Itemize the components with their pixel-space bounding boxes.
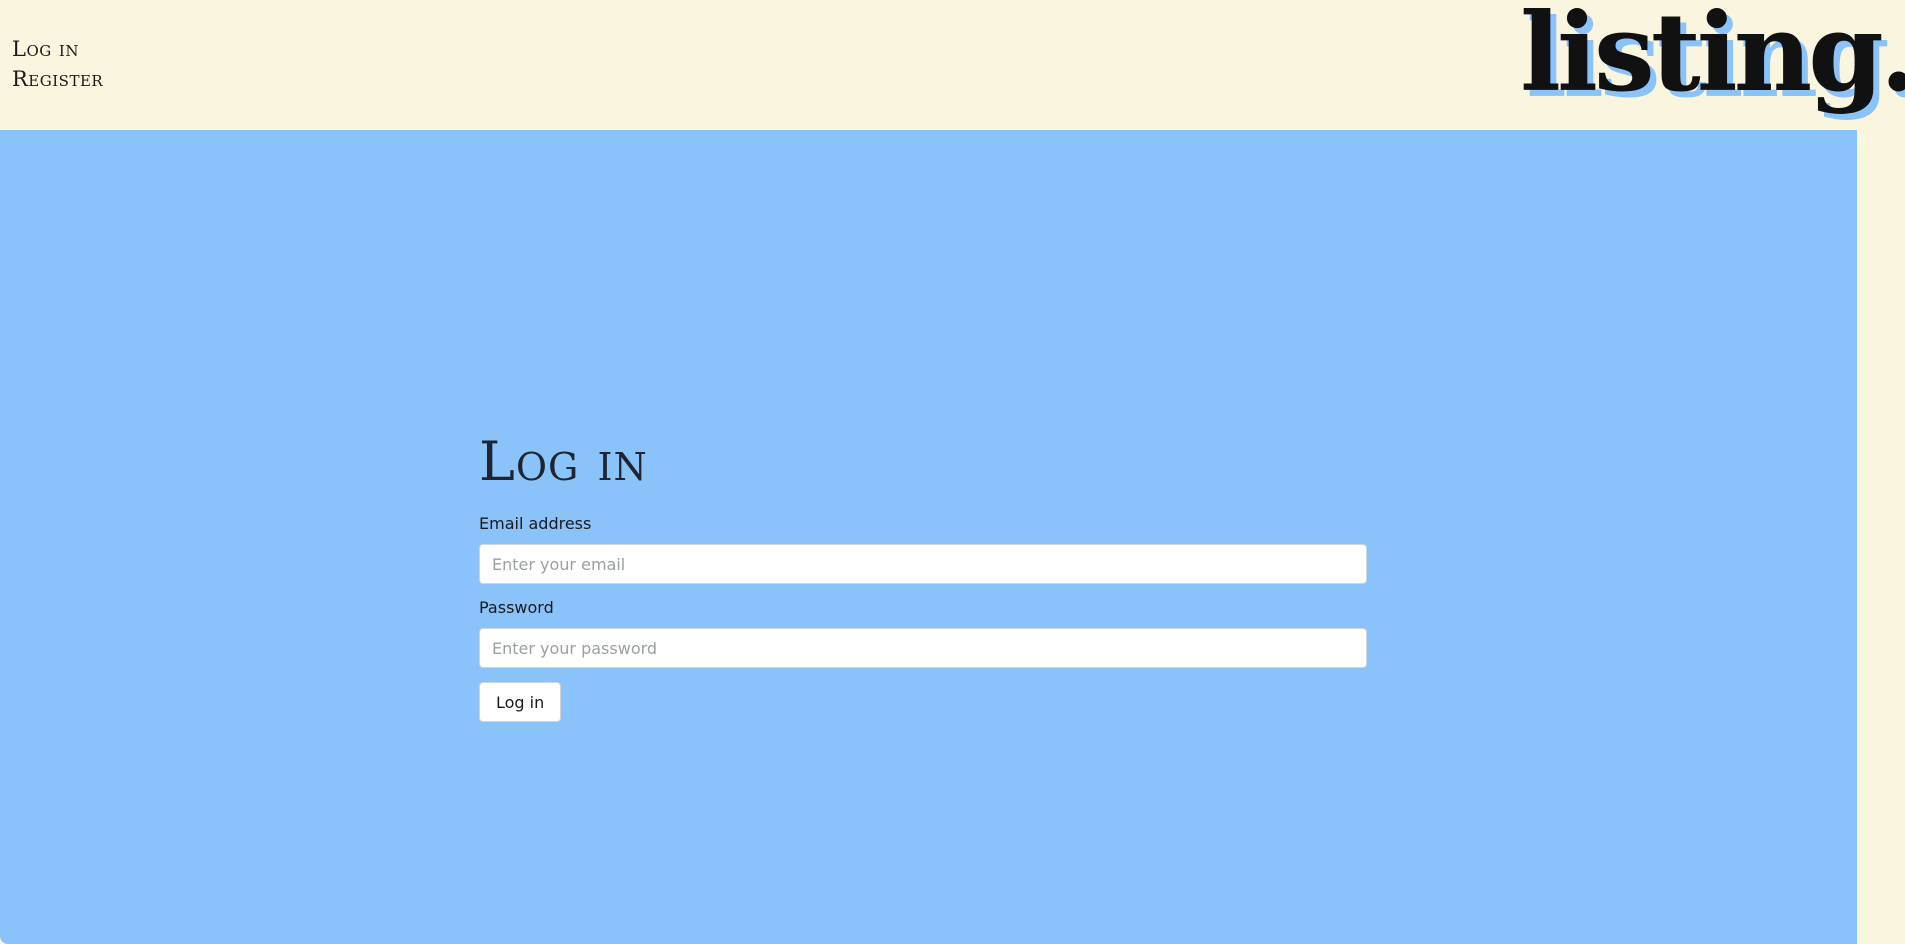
password-label: Password — [479, 598, 554, 617]
site-header: Log in Register listing. — [0, 0, 1905, 130]
nav-login-link[interactable]: Log in — [12, 34, 103, 64]
main-content: Log in Email address Password Log in — [0, 130, 1857, 944]
password-field[interactable] — [479, 628, 1367, 668]
nav-register-link[interactable]: Register — [12, 64, 103, 94]
site-logo[interactable]: listing. — [1520, 0, 1905, 118]
login-form: Log in Email address Password Log in — [479, 430, 1367, 722]
email-label: Email address — [479, 514, 592, 533]
login-button[interactable]: Log in — [479, 682, 562, 722]
header-nav: Log in Register — [12, 34, 103, 94]
page-title: Log in — [479, 430, 648, 493]
email-field[interactable] — [479, 544, 1367, 584]
